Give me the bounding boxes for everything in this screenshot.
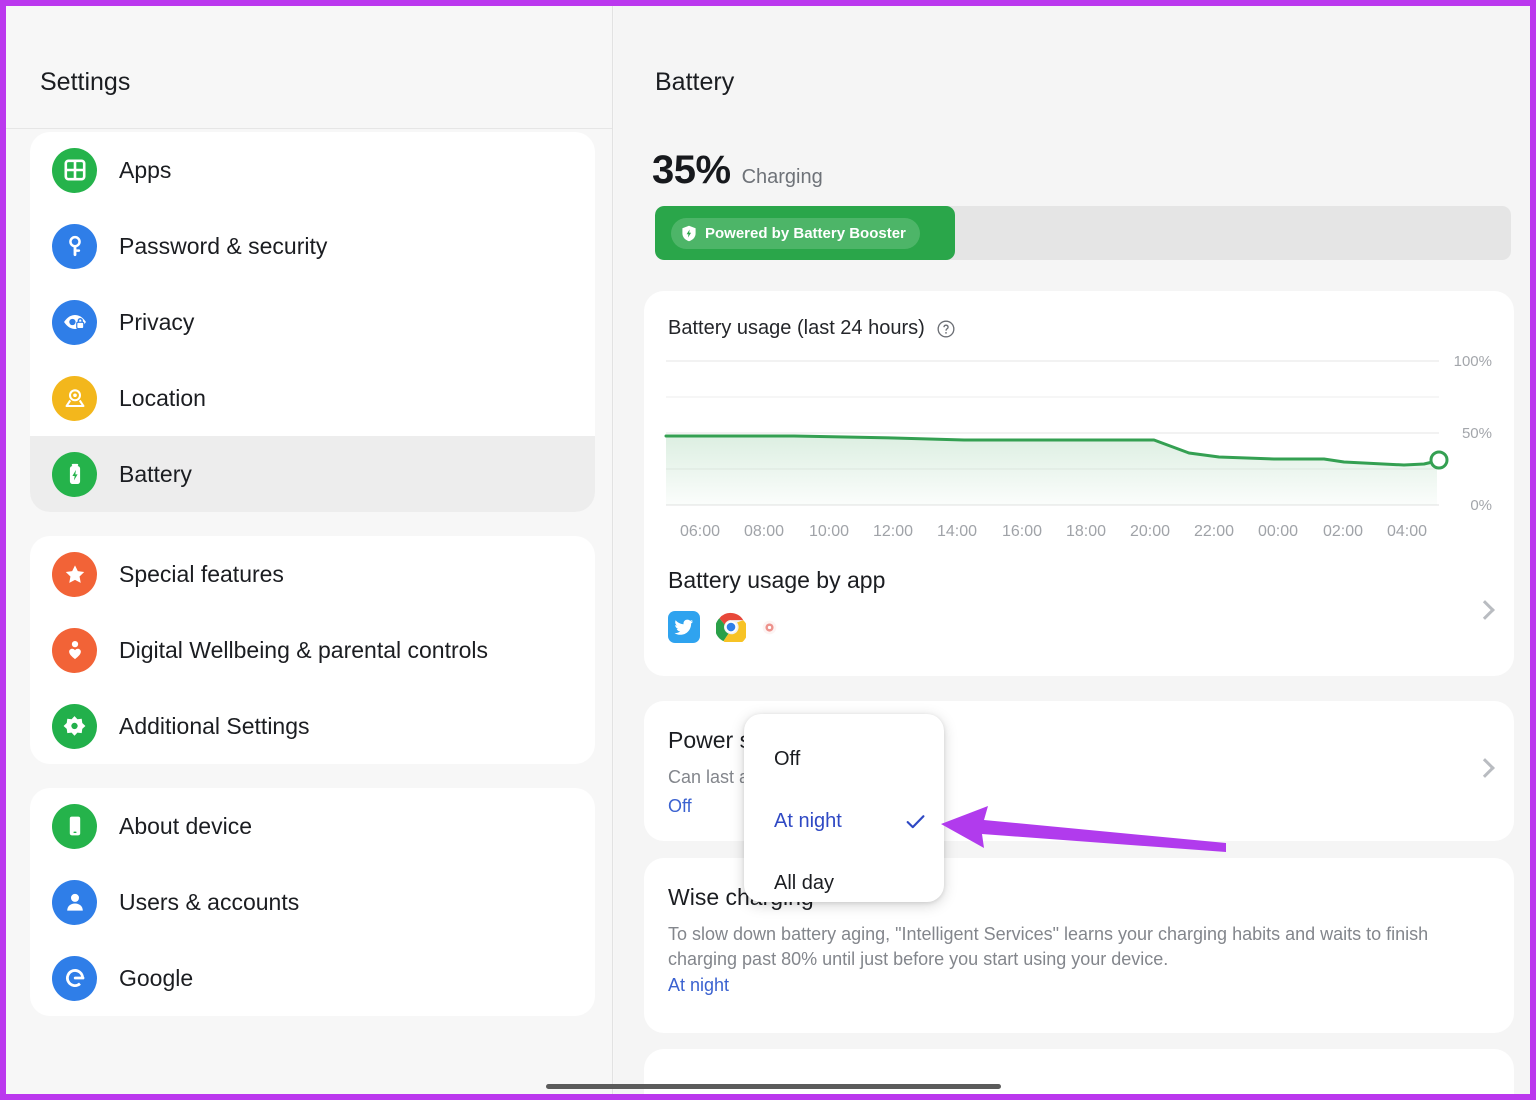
battery-percent-value: 35% xyxy=(652,148,731,192)
sidebar-group-2: Special features Digital Wellbeing & par… xyxy=(30,536,595,764)
privacy-eye-lock-icon xyxy=(52,299,97,345)
sidebar-item-label: Battery xyxy=(119,460,192,487)
battery-booster-label: Powered by Battery Booster xyxy=(705,225,906,242)
sidebar-item-battery[interactable]: Battery xyxy=(30,436,595,512)
page-title: Settings xyxy=(40,68,131,96)
battery-progress-bar: Powered by Battery Booster xyxy=(655,206,1511,260)
chart-title: Battery usage (last 24 hours) xyxy=(668,317,925,339)
location-pin-icon xyxy=(52,375,97,421)
chart-xtick: 14:00 xyxy=(936,523,978,540)
sidebar-item-apps[interactable]: Apps xyxy=(30,132,595,208)
sidebar-group-1: Apps Password & security Privacy Locatio… xyxy=(30,132,595,512)
sidebar-item-digital-wellbeing[interactable]: Digital Wellbeing & parental controls xyxy=(30,612,595,688)
twitter-icon xyxy=(668,611,700,643)
battery-charge-state: Charging xyxy=(741,166,823,188)
chart-xtick: 06:00 xyxy=(679,523,721,540)
chevron-right-icon xyxy=(1475,758,1495,778)
settings-sidebar: Settings Apps Password & security Privac… xyxy=(6,6,613,1094)
sidebar-group-3: About device Users & accounts Google xyxy=(30,788,595,1016)
battery-usage-card: Battery usage (last 24 hours) 100% 50% 0… xyxy=(644,291,1514,676)
key-icon xyxy=(52,223,97,269)
sidebar-item-privacy[interactable]: Privacy xyxy=(30,284,595,360)
chart-xtick: 18:00 xyxy=(1065,523,1107,540)
wise-charging-value: At night xyxy=(668,975,730,995)
sidebar-item-label: Special features xyxy=(119,560,284,587)
battery-level-summary: 35% Charging xyxy=(652,148,823,193)
battery-bolt-icon xyxy=(52,451,97,497)
dropdown-item-at-night[interactable]: At night xyxy=(744,790,944,852)
chart-header: Battery usage (last 24 hours) xyxy=(668,317,956,340)
chart-svg xyxy=(664,360,1449,506)
sidebar-item-label: Google xyxy=(119,964,194,991)
battery-usage-chart: 100% 50% 0% 06:00 08:00 10:00 12:00 14:0… xyxy=(644,349,1514,540)
shield-bolt-icon xyxy=(681,225,697,242)
chart-xtick: 20:00 xyxy=(1129,523,1171,540)
sidebar-item-users-accounts[interactable]: Users & accounts xyxy=(30,864,595,940)
chart-xtick: 00:00 xyxy=(1257,523,1299,540)
sidebar-item-label: Apps xyxy=(119,156,172,183)
apps-grid-icon xyxy=(52,147,97,193)
sidebar-item-location[interactable]: Location xyxy=(30,360,595,436)
navigation-gesture-bar[interactable] xyxy=(546,1084,1001,1089)
battery-usage-by-app-title: Battery usage by app xyxy=(668,567,886,593)
chart-xtick: 02:00 xyxy=(1322,523,1364,540)
dropdown-item-all-day[interactable]: All day xyxy=(744,852,944,914)
more-settings-title: More settings xyxy=(668,1093,806,1094)
battery-booster-chip: Powered by Battery Booster xyxy=(671,218,920,249)
chart-xtick: 16:00 xyxy=(1001,523,1043,540)
sidebar-item-label: Additional Settings xyxy=(119,712,310,739)
header-divider xyxy=(6,128,612,129)
dropdown-item-off[interactable]: Off xyxy=(744,728,944,790)
google-g-icon xyxy=(52,955,97,1001)
sidebar-scroll-area[interactable]: Apps Password & security Privacy Locatio… xyxy=(6,132,612,1040)
wise-charging-desc: To slow down battery aging, "Intelligent… xyxy=(668,924,1429,969)
chart-xtick: 10:00 xyxy=(808,523,850,540)
sidebar-item-special-features[interactable]: Special features xyxy=(30,536,595,612)
person-heart-icon xyxy=(52,627,97,673)
sidebar-item-label: Digital Wellbeing & parental controls xyxy=(119,636,489,663)
phone-icon xyxy=(52,803,97,849)
device-screen: 05:23 xyxy=(0,0,1536,1100)
chart-ytick-100: 100% xyxy=(1453,353,1492,370)
battery-page-title: Battery xyxy=(655,68,735,96)
sidebar-item-label: About device xyxy=(119,812,252,839)
battery-usage-by-app-row[interactable]: Battery usage by app xyxy=(644,563,1514,673)
power-saving-value: Off xyxy=(668,796,692,816)
power-saving-title: Power s xyxy=(668,727,752,753)
sidebar-item-password-security[interactable]: Password & security xyxy=(30,208,595,284)
dropdown-item-label: At night xyxy=(774,809,842,832)
person-icon xyxy=(52,879,97,925)
sidebar-item-about-device[interactable]: About device xyxy=(30,788,595,864)
sidebar-item-google[interactable]: Google xyxy=(30,940,595,1016)
checkmark-icon xyxy=(903,809,928,834)
power-saving-dropdown-menu[interactable]: Off At night All day xyxy=(744,714,944,902)
app-icon-list xyxy=(668,611,777,643)
dropdown-item-label: All day xyxy=(774,871,835,894)
chart-xtick: 04:00 xyxy=(1386,523,1428,540)
chevron-right-icon xyxy=(1475,600,1495,620)
sidebar-item-additional-settings[interactable]: Additional Settings xyxy=(30,688,595,764)
chart-xtick: 22:00 xyxy=(1193,523,1235,540)
chart-xtick: 08:00 xyxy=(743,523,785,540)
chart-area-fill xyxy=(666,436,1437,505)
sidebar-item-label: Password & security xyxy=(119,232,328,259)
help-circle-icon[interactable] xyxy=(936,319,956,339)
sidebar-item-label: Location xyxy=(119,384,206,411)
chrome-icon xyxy=(716,612,746,642)
chart-xtick: 12:00 xyxy=(872,523,914,540)
dropdown-item-label: Off xyxy=(774,747,801,770)
chart-end-marker xyxy=(1429,450,1449,470)
chart-ytick-50: 50% xyxy=(1461,425,1492,442)
star-icon xyxy=(52,551,97,597)
battery-detail-pane: Battery 35% Charging Powered by Battery … xyxy=(614,6,1530,1094)
gear-icon xyxy=(52,703,97,749)
sidebar-item-label: Privacy xyxy=(119,308,195,335)
unknown-red-app-icon xyxy=(762,620,777,635)
chart-ytick-0: 0% xyxy=(1470,497,1492,514)
sidebar-item-label: Users & accounts xyxy=(119,888,300,915)
